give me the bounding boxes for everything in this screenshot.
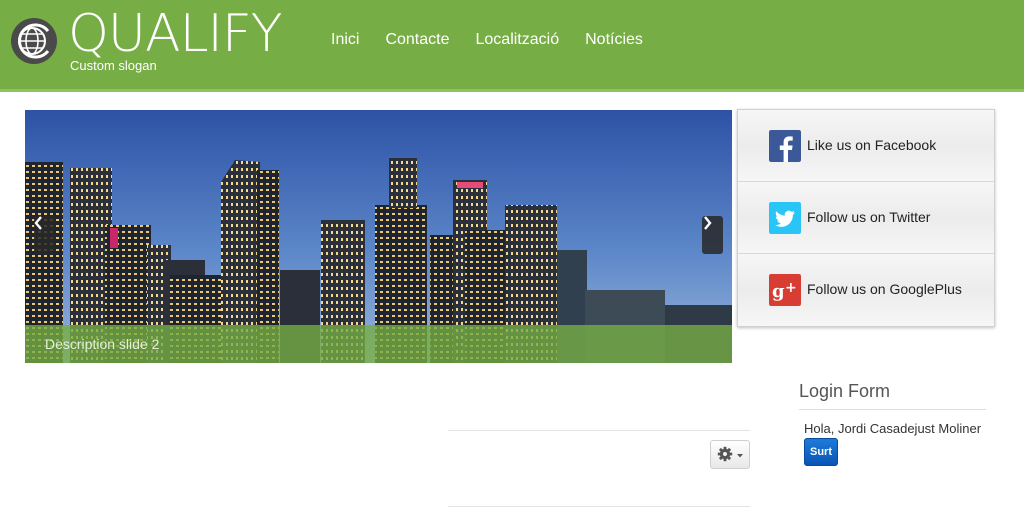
site-logo-text[interactable]: QUALIFY (68, 4, 283, 64)
nav-item-localitzacio[interactable]: Localització (463, 29, 573, 51)
nav-item-inici[interactable]: Inici (318, 29, 372, 51)
login-form-title: Login Form (799, 381, 891, 401)
social-item-twitter[interactable]: Follow us on Twitter (738, 182, 994, 254)
caret-down-icon (737, 454, 743, 458)
main-nav: Inici Contacte Localització Notícies (318, 29, 656, 51)
nav-item-contacte[interactable]: Contacte (372, 29, 462, 51)
gear-icon (717, 446, 743, 462)
slider-prev-button[interactable] (34, 216, 55, 254)
social-label-twitter: Follow us on Twitter (807, 209, 931, 225)
googleplus-icon: g + (769, 274, 801, 306)
svg-text:+: + (785, 280, 797, 296)
logout-button[interactable]: Surt (804, 438, 838, 466)
slider-next-button[interactable] (702, 216, 723, 254)
site-slogan: Custom slogan (70, 58, 157, 73)
article-options-button[interactable] (710, 440, 750, 469)
slide-caption-text: Description slide 2 (45, 336, 160, 352)
svg-text:g: g (772, 281, 785, 302)
login-form-divider (799, 409, 986, 410)
social-links-panel: Like us on Facebook Follow us on Twitter… (737, 109, 995, 327)
social-label-googleplus: Follow us on GooglePlus (807, 281, 962, 297)
image-slider: Description slide 2 (25, 110, 732, 363)
facebook-icon (769, 130, 801, 162)
twitter-icon (769, 202, 801, 234)
site-header: QUALIFY Custom slogan Inici Contacte Loc… (0, 0, 1024, 92)
slide-caption: Description slide 2 (25, 325, 732, 363)
social-item-googleplus[interactable]: g + Follow us on GooglePlus (738, 254, 994, 326)
nav-item-noticies[interactable]: Notícies (572, 29, 656, 51)
globe-logo-icon[interactable] (10, 17, 58, 65)
chevron-right-icon (704, 216, 712, 230)
login-greeting: Hola, Jordi Casadejust Moliner (804, 421, 982, 436)
content-divider-top (448, 430, 750, 431)
social-item-facebook[interactable]: Like us on Facebook (738, 110, 994, 182)
content-divider-bottom (448, 506, 750, 507)
social-label-facebook: Like us on Facebook (807, 137, 937, 153)
chevron-left-icon (34, 216, 42, 230)
